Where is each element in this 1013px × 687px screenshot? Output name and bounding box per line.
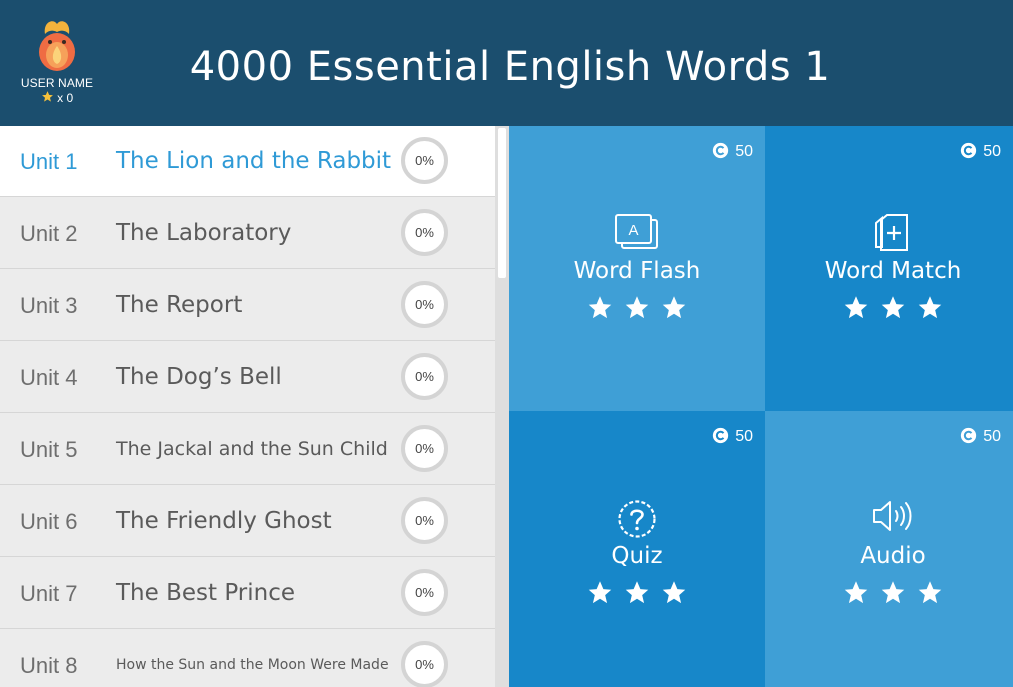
coin-count: 50 bbox=[735, 428, 753, 445]
progress-value: 0% bbox=[415, 513, 434, 528]
unit-number: Unit 1 bbox=[20, 149, 78, 174]
word-match-tile[interactable]: 50 Word Match bbox=[765, 126, 1013, 411]
star-rating bbox=[509, 294, 765, 325]
progress-circle: 0% bbox=[401, 569, 448, 616]
coin-count: 50 bbox=[983, 143, 1001, 160]
svg-text:A: A bbox=[628, 222, 638, 239]
unit-title: The Lion and the Rabbit bbox=[116, 148, 392, 174]
unit-number: Unit 2 bbox=[20, 221, 78, 246]
coin-icon bbox=[713, 427, 729, 444]
star-icon bbox=[844, 296, 868, 319]
progress-value: 0% bbox=[415, 225, 434, 240]
coin-reward: 50 bbox=[960, 427, 1001, 446]
activity-label: Quiz bbox=[611, 543, 663, 569]
star-icon bbox=[662, 296, 686, 319]
unit-number: Unit 3 bbox=[20, 293, 78, 318]
star-icon bbox=[881, 296, 905, 319]
unit-title: The Best Prince bbox=[116, 580, 296, 606]
star-icon bbox=[881, 581, 905, 604]
unit-row[interactable]: Unit 6 The Friendly Ghost 0% bbox=[0, 486, 495, 557]
progress-circle: 0% bbox=[401, 353, 448, 400]
progress-circle: 0% bbox=[401, 425, 448, 472]
progress-circle: 0% bbox=[401, 209, 448, 256]
progress-value: 0% bbox=[415, 657, 434, 672]
unit-number: Unit 6 bbox=[20, 509, 78, 534]
coin-icon bbox=[713, 142, 729, 159]
user-name: USER NAME bbox=[20, 76, 94, 90]
unit-number: Unit 5 bbox=[20, 437, 78, 462]
progress-circle: 0% bbox=[401, 641, 448, 687]
unit-row[interactable]: Unit 4 The Dog’s Bell 0% bbox=[0, 342, 495, 413]
unit-title: The Laboratory bbox=[116, 220, 292, 246]
unit-row[interactable]: Unit 8 How the Sun and the Moon Were Mad… bbox=[0, 630, 495, 687]
star-icon bbox=[918, 581, 942, 604]
unit-title: The Report bbox=[116, 292, 243, 318]
star-icon bbox=[625, 581, 649, 604]
word-flash-icon: A bbox=[615, 214, 658, 249]
quiz-tile[interactable]: 50 Quiz bbox=[509, 411, 765, 687]
unit-number: Unit 4 bbox=[20, 365, 78, 390]
coin-count: 50 bbox=[983, 428, 1001, 445]
star-icon bbox=[625, 296, 649, 319]
progress-value: 0% bbox=[415, 153, 434, 168]
word-flash-tile[interactable]: 50 A Word Flash bbox=[509, 126, 765, 411]
activity-label: Word Flash bbox=[573, 258, 701, 284]
unit-title: The Dog’s Bell bbox=[116, 364, 282, 390]
unit-list: Unit 1 The Lion and the Rabbit 0% Unit 2… bbox=[0, 126, 495, 687]
star-counter: x 0 bbox=[10, 90, 104, 105]
quiz-icon bbox=[618, 500, 656, 538]
progress-value: 0% bbox=[415, 369, 434, 384]
coin-reward: 50 bbox=[712, 427, 753, 446]
coin-count: 50 bbox=[735, 143, 753, 160]
coin-reward: 50 bbox=[960, 142, 1001, 161]
star-icon bbox=[41, 91, 53, 102]
progress-circle: 0% bbox=[401, 497, 448, 544]
star-rating bbox=[765, 294, 1013, 325]
progress-circle: 0% bbox=[401, 281, 448, 328]
star-icon bbox=[844, 581, 868, 604]
progress-value: 0% bbox=[415, 441, 434, 456]
unit-title: How the Sun and the Moon Were Made bbox=[116, 657, 389, 673]
progress-value: 0% bbox=[415, 585, 434, 600]
star-rating bbox=[765, 579, 1013, 610]
unit-title: The Jackal and the Sun Child bbox=[116, 438, 388, 460]
page-title: 4000 Essential English Words 1 bbox=[189, 44, 831, 90]
activity-label: Audio bbox=[860, 543, 926, 569]
unit-row[interactable]: Unit 1 The Lion and the Rabbit 0% bbox=[0, 126, 495, 197]
audio-tile[interactable]: 50 Audio bbox=[765, 411, 1013, 687]
star-icon bbox=[918, 296, 942, 319]
unit-row[interactable]: Unit 2 The Laboratory 0% bbox=[0, 198, 495, 269]
star-icon bbox=[588, 581, 612, 604]
progress-circle: 0% bbox=[401, 137, 448, 184]
user-profile[interactable]: USER NAME x 0 bbox=[10, 16, 104, 108]
app-header: USER NAME x 0 4000 Essential English Wor… bbox=[0, 0, 1013, 126]
star-count: x 0 bbox=[57, 91, 74, 105]
unit-row[interactable]: Unit 3 The Report 0% bbox=[0, 270, 495, 341]
unit-title: The Friendly Ghost bbox=[116, 508, 332, 534]
avatar bbox=[39, 21, 75, 71]
unit-row[interactable]: Unit 5 The Jackal and the Sun Child 0% bbox=[0, 414, 495, 485]
star-icon bbox=[662, 581, 686, 604]
coin-icon bbox=[961, 142, 977, 159]
unit-row[interactable]: Unit 7 The Best Prince 0% bbox=[0, 558, 495, 629]
coin-reward: 50 bbox=[712, 142, 753, 161]
unit-number: Unit 8 bbox=[20, 653, 78, 678]
activity-label: Word Match bbox=[824, 258, 962, 284]
progress-value: 0% bbox=[415, 297, 434, 312]
star-icon bbox=[588, 296, 612, 319]
word-match-icon bbox=[875, 214, 908, 251]
unit-number: Unit 7 bbox=[20, 581, 78, 606]
scrollbar-thumb[interactable] bbox=[498, 128, 506, 278]
star-rating bbox=[509, 579, 765, 610]
audio-icon bbox=[873, 501, 912, 531]
coin-icon bbox=[961, 427, 977, 444]
